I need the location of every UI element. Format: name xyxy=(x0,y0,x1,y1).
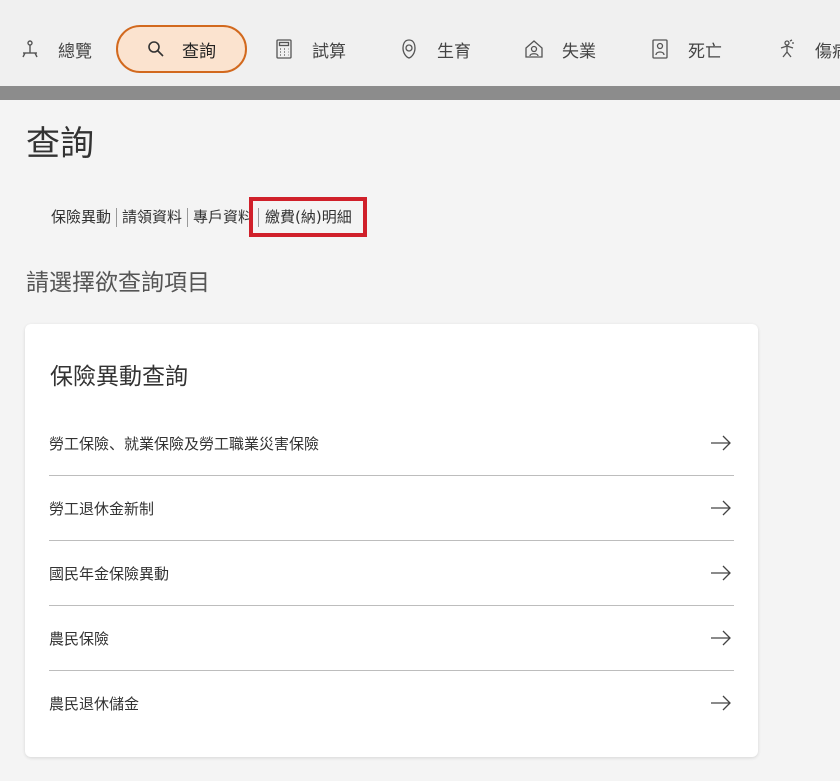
nav-label: 總覽 xyxy=(58,41,92,62)
unemployment-icon xyxy=(524,39,544,59)
query-item-labor-pension[interactable]: 勞工退休金新制 xyxy=(49,476,734,541)
nav-item-search[interactable]: 查詢 xyxy=(116,25,247,73)
subtab-claims-data[interactable]: 請領資料 xyxy=(117,207,187,227)
nav-item-calculator[interactable]: 試算 xyxy=(274,25,346,73)
nav-item-birth[interactable]: 生育 xyxy=(399,25,471,73)
arrow-right-icon xyxy=(711,695,731,711)
arrow-right-icon xyxy=(711,630,731,646)
subtab-insurance-changes[interactable]: 保險異動 xyxy=(51,207,116,227)
arrow-right-icon xyxy=(711,565,731,581)
birth-icon xyxy=(399,39,419,59)
nav-item-unemployment[interactable]: 失業 xyxy=(524,25,596,73)
search-icon xyxy=(146,39,166,59)
section-heading: 請選擇欲查詢項目 xyxy=(26,270,210,296)
header-divider-bar xyxy=(0,86,840,100)
top-nav: 總覽 查詢 試算 生育 失業 死亡 傷 xyxy=(0,0,840,86)
card-title: 保險異動查詢 xyxy=(50,364,188,390)
page-title: 查詢 xyxy=(26,124,94,164)
overview-icon xyxy=(20,39,40,59)
query-item-label: 勞工退休金新制 xyxy=(49,499,155,518)
nav-item-death[interactable]: 死亡 xyxy=(650,25,722,73)
query-item-farmer-pension[interactable]: 農民退休儲金 xyxy=(49,671,734,735)
arrow-right-icon xyxy=(711,435,731,451)
query-item-label: 農民退休儲金 xyxy=(49,694,140,713)
subtab-bar: 保險異動 請領資料 專戶資料 繳費(納)明細 xyxy=(51,197,367,237)
subtab-payment-details[interactable]: 繳費(納)明細 xyxy=(249,197,367,237)
nav-item-overview[interactable]: 總覽 xyxy=(20,25,92,73)
nav-label: 查詢 xyxy=(182,41,216,62)
nav-item-injury[interactable]: 傷病 xyxy=(777,25,840,73)
nav-label: 生育 xyxy=(437,41,471,62)
nav-label: 傷病 xyxy=(815,41,840,62)
query-item-list: 勞工保險、就業保險及勞工職業災害保險 勞工退休金新制 國民年金保險異動 農民保險… xyxy=(49,411,734,735)
query-item-national-pension[interactable]: 國民年金保險異動 xyxy=(49,541,734,606)
nav-label: 試算 xyxy=(312,41,346,62)
nav-label: 失業 xyxy=(562,41,596,62)
injury-icon xyxy=(777,39,797,59)
query-item-farmer-insurance[interactable]: 農民保險 xyxy=(49,606,734,671)
arrow-right-icon xyxy=(711,500,731,516)
query-item-labor-employment-insurance[interactable]: 勞工保險、就業保險及勞工職業災害保險 xyxy=(49,411,734,476)
query-item-label: 國民年金保險異動 xyxy=(49,564,170,583)
subtab-account-data[interactable]: 專戶資料 xyxy=(188,207,258,227)
calculator-icon xyxy=(274,39,294,59)
insurance-changes-card: 保險異動查詢 勞工保險、就業保險及勞工職業災害保險 勞工退休金新制 國民年金保險… xyxy=(25,324,758,757)
death-icon xyxy=(650,39,670,59)
query-item-label: 農民保險 xyxy=(49,629,110,648)
nav-label: 死亡 xyxy=(688,41,722,62)
query-item-label: 勞工保險、就業保險及勞工職業災害保險 xyxy=(49,434,320,453)
